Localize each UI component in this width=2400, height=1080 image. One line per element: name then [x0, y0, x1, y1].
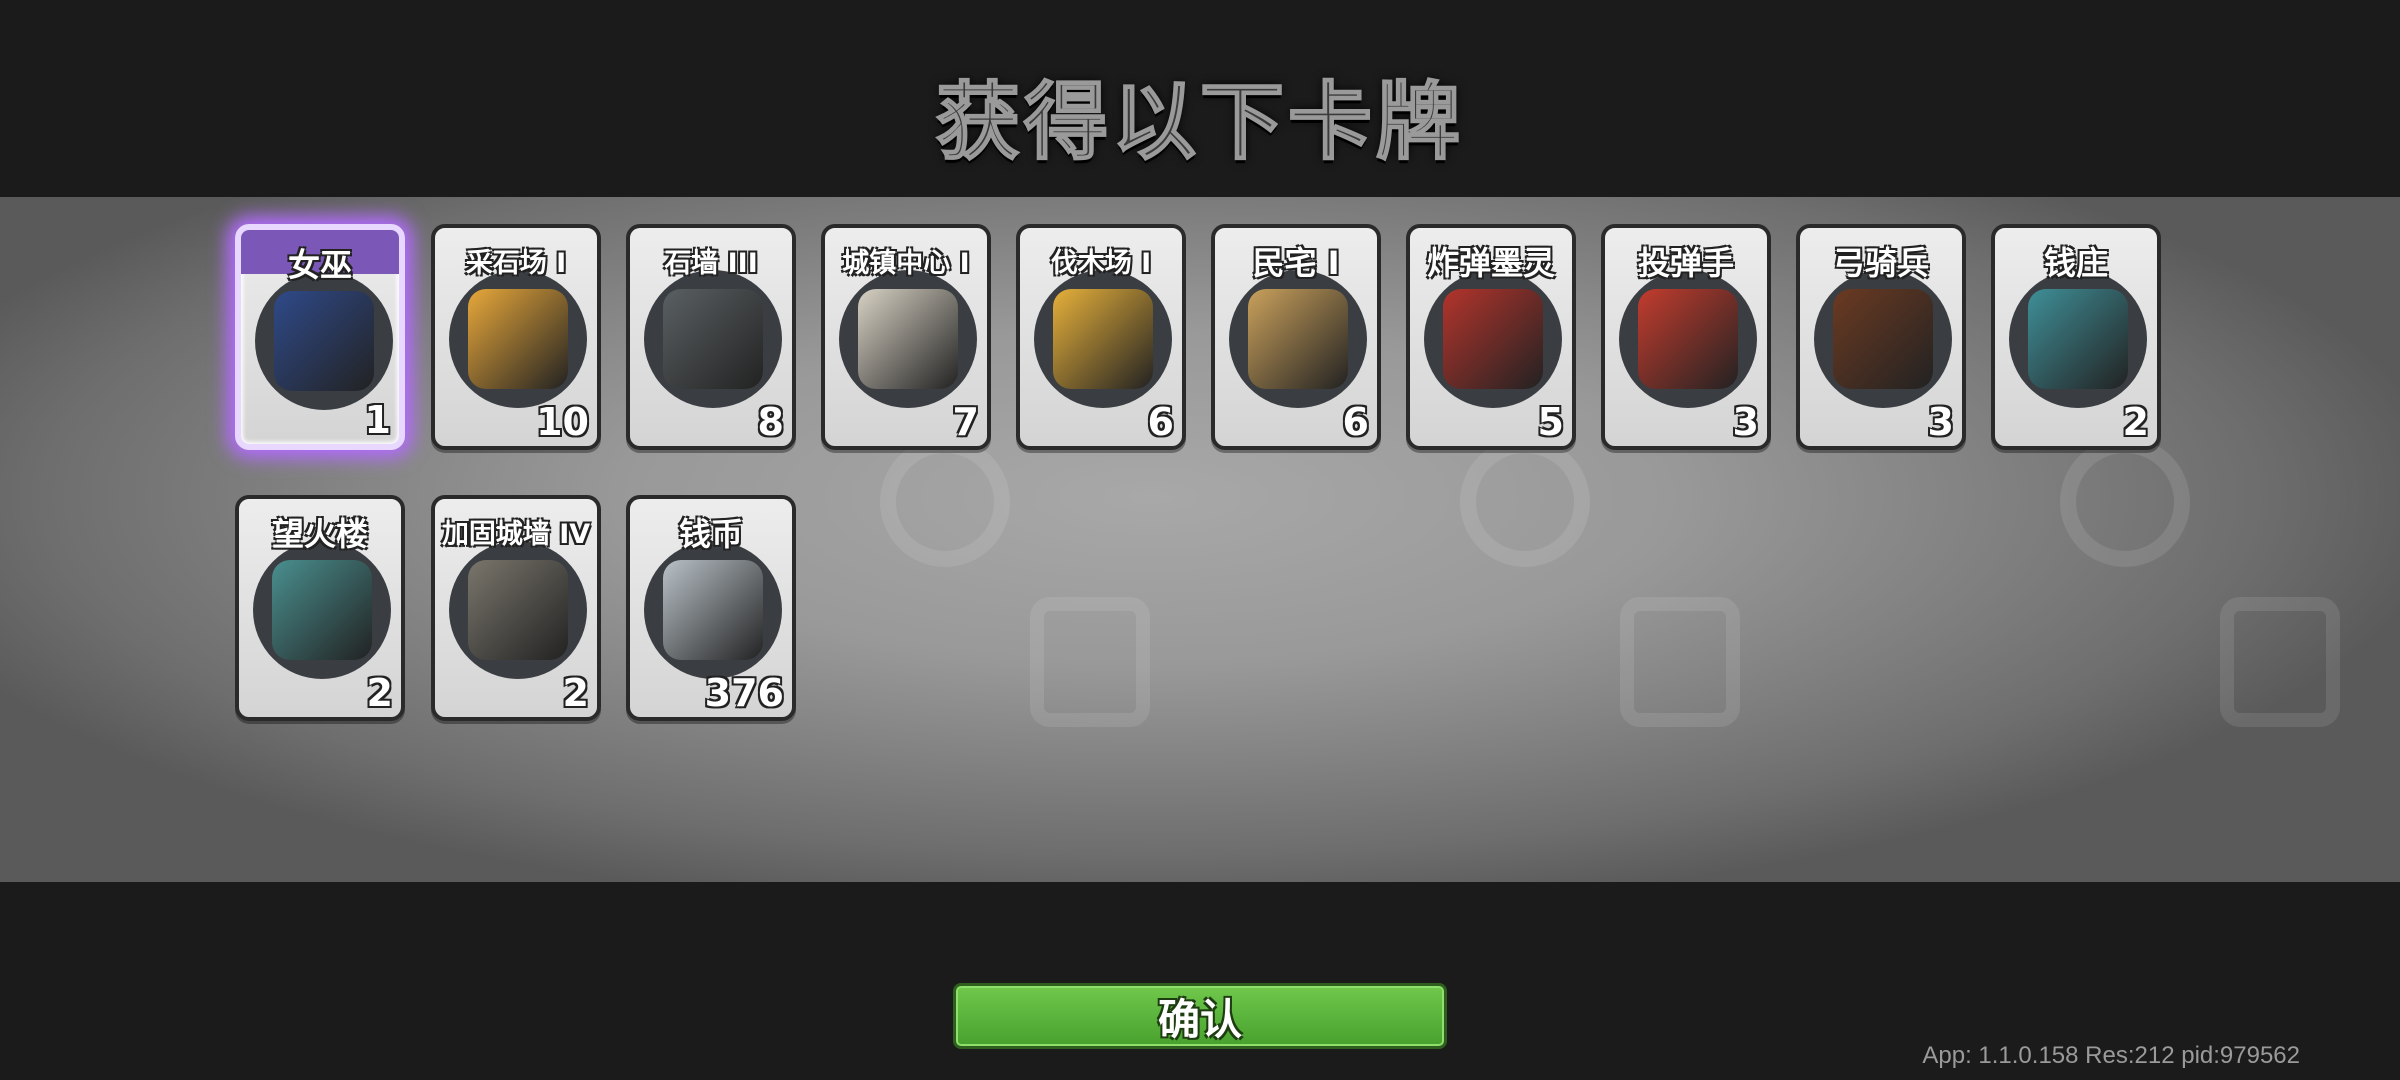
card-count: 7 [952, 400, 979, 444]
house-icon [1229, 270, 1367, 408]
quarry-icon [449, 270, 587, 408]
lumber-mill-icon [1034, 270, 1172, 408]
shield-icon [2220, 597, 2340, 727]
bomb-imp-icon [1424, 270, 1562, 408]
confirm-button[interactable]: 确认 [953, 983, 1447, 1049]
card[interactable]: 加固城墙 IV 2 [431, 495, 601, 721]
card-name: 民宅 I [1252, 244, 1340, 282]
card-count: 2 [366, 671, 393, 715]
card-count: 5 [1537, 400, 1564, 444]
card-count: 6 [1342, 400, 1369, 444]
gear-icon [2060, 437, 2190, 567]
card-name: 投弹手 [1637, 244, 1734, 282]
card-name: 伐木场 I [1050, 248, 1152, 279]
card-count: 10 [536, 400, 589, 444]
card-name: 钱庄 [2043, 244, 2108, 282]
shield-icon [1620, 597, 1740, 727]
card-name: 加固城墙 IV [441, 519, 591, 550]
card-name: 城镇中心 I [842, 248, 970, 279]
gear-icon [880, 437, 1010, 567]
witch-icon [255, 272, 393, 410]
card-count: 2 [562, 671, 589, 715]
card-name: 采石场 I [465, 248, 567, 279]
page-title: 获得以下卡牌 [935, 72, 1464, 172]
shield-icon [1030, 597, 1150, 727]
card-count: 1 [364, 398, 391, 442]
card[interactable]: 弓骑兵 3 [1796, 224, 1966, 450]
bank-icon [2009, 270, 2147, 408]
card-name: 炸弹墨灵 [1426, 244, 1555, 282]
card[interactable]: 伐木场 I 6 [1016, 224, 1186, 450]
card[interactable]: 采石场 I 10 [431, 224, 601, 450]
card[interactable]: 城镇中心 I 7 [821, 224, 991, 450]
card-name: 石墙 III [664, 248, 758, 279]
town-center-icon [839, 270, 977, 408]
gear-icon [1460, 437, 1590, 567]
stone-wall-icon [644, 270, 782, 408]
card[interactable]: 石墙 III 8 [626, 224, 796, 450]
card-count: 2 [2122, 400, 2149, 444]
version-info: App: 1.1.0.158 Res:212 pid:979562 [1922, 1042, 2300, 1069]
card-count: 3 [1732, 400, 1759, 444]
horse-archer-icon [1814, 270, 1952, 408]
bomber-icon [1619, 270, 1757, 408]
card-count: 376 [704, 671, 784, 715]
fortified-wall-icon [449, 541, 587, 679]
watchtower-icon [253, 541, 391, 679]
card-name: 弓骑兵 [1832, 244, 1929, 282]
card-count: 6 [1147, 400, 1174, 444]
card-count: 3 [1927, 400, 1954, 444]
card[interactable]: 望火楼 2 [235, 495, 405, 721]
coin-icon [644, 541, 782, 679]
card[interactable]: 女巫 1 [235, 224, 405, 450]
card[interactable]: 投弹手 3 [1601, 224, 1771, 450]
card[interactable]: 炸弹墨灵 5 [1406, 224, 1576, 450]
card[interactable]: 钱币 376 [626, 495, 796, 721]
card[interactable]: 民宅 I 6 [1211, 224, 1381, 450]
card-count: 8 [757, 400, 784, 444]
card-name: 钱币 [678, 515, 743, 553]
card-name: 女巫 [287, 246, 352, 284]
card[interactable]: 钱庄 2 [1991, 224, 2161, 450]
card-name: 望火楼 [271, 515, 368, 553]
